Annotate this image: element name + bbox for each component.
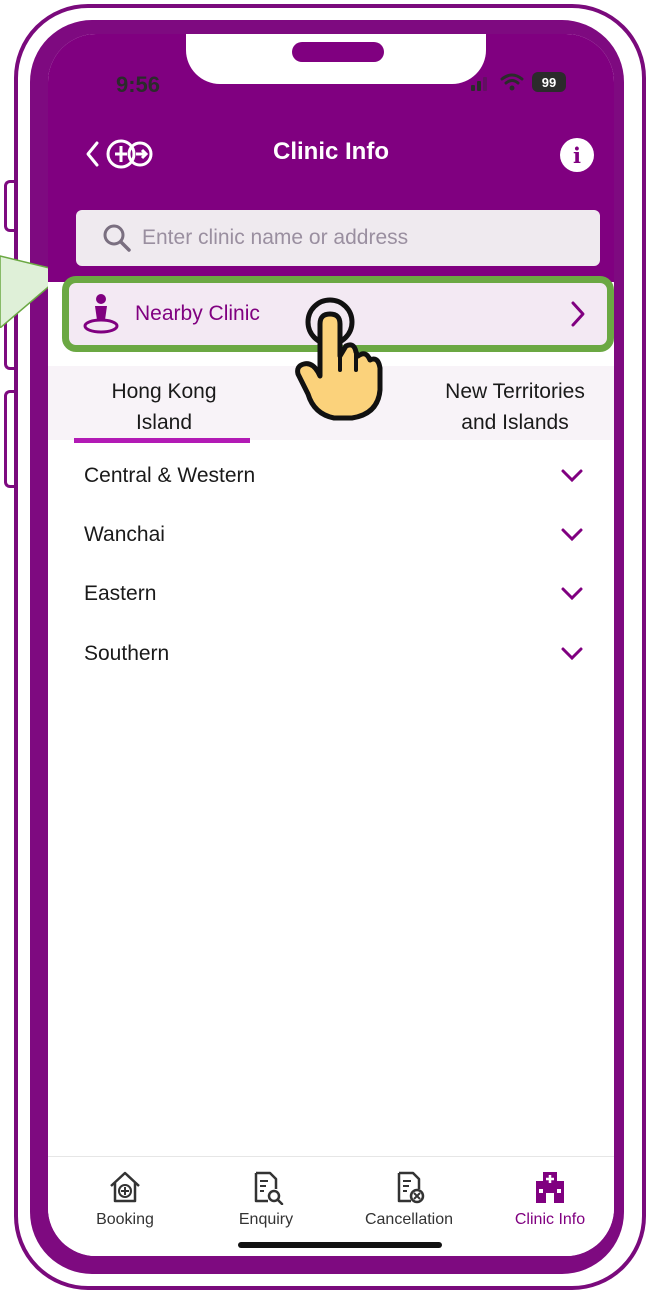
chevron-right-icon — [571, 301, 585, 327]
volume-down-button — [4, 390, 14, 488]
district-row[interactable]: Southern — [84, 634, 584, 674]
nav-clinic-info-label: Clinic Info — [514, 1211, 586, 1228]
nav-cancellation-label: Cancellation — [364, 1211, 454, 1228]
status-icons: 99 — [470, 72, 566, 92]
battery-indicator: 99 — [532, 72, 566, 92]
enquiry-document-search-icon — [254, 1171, 284, 1205]
nav-booking-label: Booking — [96, 1211, 154, 1228]
district-row[interactable]: Wanchai — [84, 515, 584, 555]
chevron-down-icon — [561, 469, 583, 483]
chevron-down-icon — [561, 587, 583, 601]
signal-icon — [471, 77, 487, 91]
nav-clinic-info[interactable]: Clinic Info — [480, 1165, 614, 1229]
nearby-clinic-label: Nearby Clinic — [135, 302, 260, 325]
district-name: Eastern — [84, 582, 157, 605]
tab-new-territories[interactable]: New Territories and Islands — [424, 376, 606, 438]
location-person-icon — [83, 294, 119, 334]
home-indicator — [238, 1242, 442, 1248]
nav-enquiry[interactable]: Enquiry — [196, 1165, 336, 1229]
search-input[interactable] — [142, 226, 572, 250]
hospital-icon — [536, 1172, 564, 1203]
info-button[interactable]: i — [560, 138, 594, 172]
active-tab-underline — [74, 438, 250, 443]
search-icon — [103, 224, 131, 252]
booking-house-icon — [110, 1171, 140, 1203]
status-time: 9:56 — [116, 72, 161, 97]
district-name: Central & Western — [84, 464, 256, 487]
notch-pill — [292, 42, 384, 62]
district-row[interactable]: Central & Western — [84, 456, 584, 496]
district-row[interactable]: Eastern — [84, 574, 584, 614]
tab-hong-kong-island[interactable]: Hong Kong Island — [76, 376, 252, 438]
chevron-down-icon — [561, 647, 583, 661]
district-name: Southern — [84, 642, 170, 665]
district-name: Wanchai — [84, 523, 165, 546]
silent-switch — [4, 180, 14, 232]
bottom-navigation: Booking Enquiry Cancellation Clinic Info — [48, 1156, 614, 1256]
page-title: Clinic Info — [273, 138, 389, 165]
app-screen: 9:56 99 Clinic Info i Enter clinic name … — [48, 34, 614, 1256]
wifi-icon — [500, 73, 524, 91]
chevron-down-icon — [561, 528, 583, 542]
nav-enquiry-label: Enquiry — [238, 1211, 294, 1228]
nav-cancellation[interactable]: Cancellation — [339, 1165, 479, 1229]
tap-hand-icon — [295, 297, 383, 421]
search-bar[interactable] — [76, 210, 600, 266]
nav-booking[interactable]: Booking — [55, 1165, 195, 1229]
cancellation-document-x-icon — [397, 1171, 425, 1204]
